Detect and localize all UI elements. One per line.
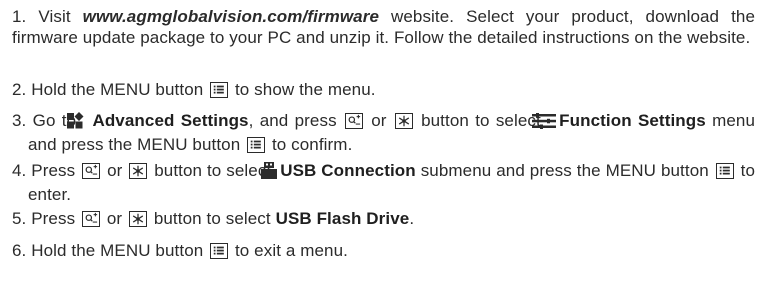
step-1-text-a: Visit	[38, 7, 71, 26]
step-2-number: 2.	[12, 80, 27, 99]
step-3-text-c: or	[371, 111, 387, 130]
firmware-instructions: 1. Visit www.agmglobalvision.com/firmwar…	[0, 0, 767, 290]
function-settings-label: Function Settings	[559, 111, 706, 130]
palette-icon	[82, 211, 101, 227]
step-5-text-a: Press	[31, 209, 76, 228]
step-4-number: 4.	[12, 161, 27, 180]
step-4-text-c: button to select	[154, 161, 272, 180]
advanced-settings-icon	[67, 112, 89, 134]
step-5-number: 5.	[12, 209, 27, 228]
step-3-number: 3.	[12, 111, 27, 130]
star-icon	[394, 113, 413, 129]
menu-icon	[247, 137, 266, 153]
step-6-text-b: to exit a menu.	[234, 241, 348, 260]
menu-icon	[715, 163, 734, 179]
firmware-url: www.agmglobalvision.com/firmware	[82, 7, 379, 26]
star-icon	[129, 163, 148, 179]
menu-icon	[210, 82, 229, 98]
step-1-number: 1.	[12, 7, 27, 26]
step-3-text-d: button to select	[421, 111, 541, 130]
step-4-text-b: or	[107, 161, 123, 180]
star-icon	[129, 211, 147, 227]
function-settings-icon	[532, 113, 557, 134]
step-6-number: 6.	[12, 241, 27, 260]
step-4-text-d: submenu and press the MENU button	[420, 161, 709, 180]
usb-connection-label: USB Connection	[280, 161, 416, 180]
step-2-text-b: to show the menu.	[234, 80, 376, 99]
step-5-text-d: .	[409, 209, 415, 228]
step-6: 6. Hold the MENU button to exit a menu.	[12, 240, 755, 261]
step-6-text-a: Hold the MENU button	[31, 241, 204, 260]
step-3-text-f: to confirm.	[271, 135, 353, 154]
step-5-text-c: button to select	[153, 209, 271, 228]
step-4: 4. Press or button to select USB Connect…	[12, 160, 755, 205]
step-5-text-b: or	[106, 209, 123, 228]
palette-icon	[344, 113, 363, 129]
step-2-text-a: Hold the MENU button	[31, 80, 204, 99]
menu-icon	[210, 243, 229, 259]
step-4-text-a: Press	[31, 161, 76, 180]
usb-flash-drive-label: USB Flash Drive	[275, 209, 410, 228]
step-1: 1. Visit www.agmglobalvision.com/firmwar…	[12, 6, 755, 48]
step-5: 5. Press or button to select USB Flash D…	[12, 208, 755, 229]
advanced-settings-label: Advanced Settings	[92, 111, 249, 130]
step-3-text-b: , and press	[248, 111, 337, 130]
step-2: 2. Hold the MENU button to show the menu…	[12, 79, 755, 100]
step-3: 3. Go to Advanced Settings, and press or…	[12, 110, 755, 155]
palette-icon	[82, 163, 101, 179]
